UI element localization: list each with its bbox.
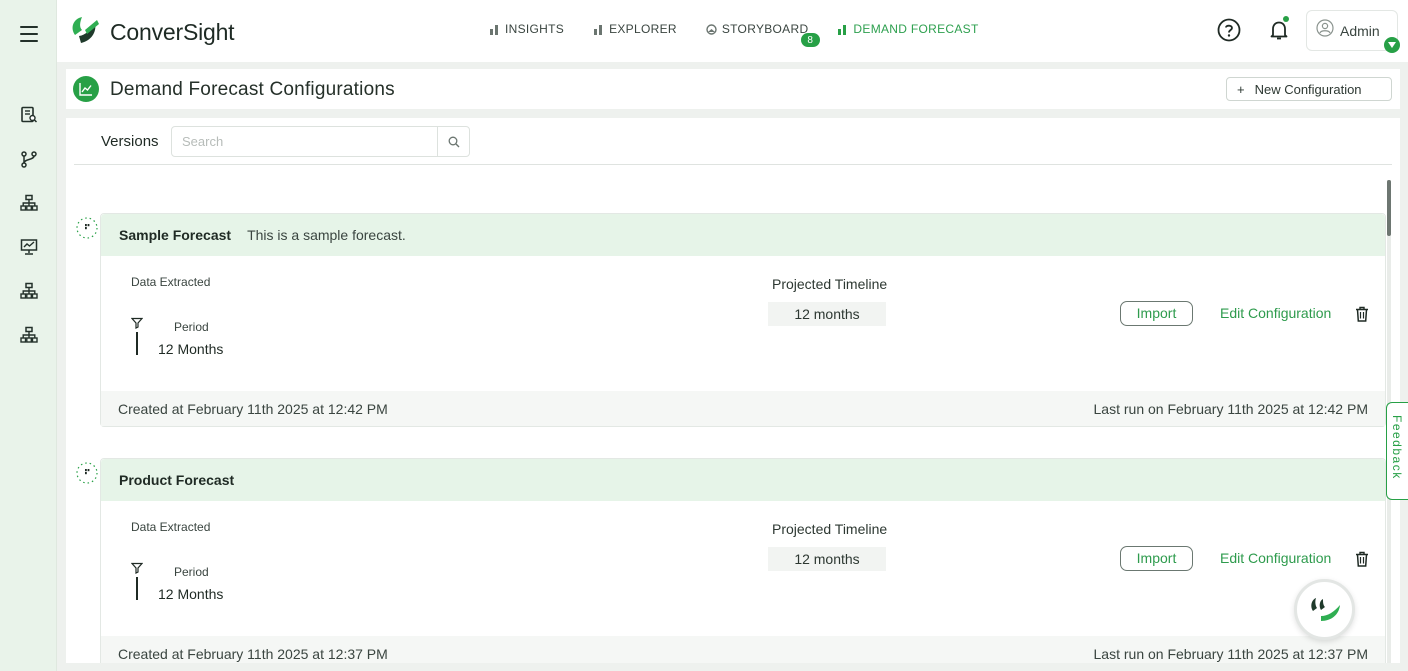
card-footer: Created at February 11th 2025 at 12:42 P… (101, 391, 1385, 426)
period-value: 12 Months (158, 586, 224, 602)
new-configuration-button[interactable]: + New Configuration (1226, 77, 1392, 101)
main-nav: INSIGHTS EXPLORER STORYBOARD 8 DEMAND FO… (489, 22, 1008, 48)
import-button[interactable]: Import (1120, 546, 1193, 571)
assistant-logo-icon (1310, 597, 1340, 621)
data-extracted-label: Data Extracted (131, 275, 211, 289)
versions-label: Versions (101, 133, 159, 150)
forecast-description: This is a sample forecast. (247, 227, 406, 243)
period-label: Period (174, 565, 209, 579)
divider (74, 164, 1392, 165)
menu-icon[interactable] (20, 26, 38, 42)
data-extracted-label: Data Extracted (131, 520, 211, 534)
top-bar: ConverSight INSIGHTS EXPLORER STORYBOARD… (57, 0, 1408, 62)
help-icon[interactable] (1217, 18, 1241, 42)
scrollbar-thumb[interactable] (1387, 180, 1391, 236)
bar-chart-icon (593, 24, 604, 35)
projected-timeline-value: 12 months (768, 302, 886, 326)
forecast-name: Product Forecast (119, 472, 235, 488)
nav-demand-forecast-label: DEMAND FORECAST (853, 22, 979, 36)
nav-explorer[interactable]: EXPLORER (593, 22, 677, 36)
forecast-card: Sample Forecast This is a sample forecas… (76, 213, 1386, 427)
nav-insights-label: INSIGHTS (505, 22, 565, 36)
period-line (136, 332, 138, 355)
branch-icon[interactable] (19, 149, 39, 169)
created-at: Created at February 11th 2025 at 12:42 P… (118, 400, 388, 417)
conversight-logo-icon (72, 17, 99, 43)
brand-logo[interactable]: ConverSight (67, 14, 235, 50)
bar-chart-icon (489, 24, 500, 35)
card-footer: Created at February 11th 2025 at 12:37 P… (101, 636, 1385, 663)
presentation-icon[interactable] (19, 237, 39, 257)
filter-icon (131, 317, 143, 329)
feedback-tab[interactable]: Feedback (1386, 402, 1408, 500)
import-button[interactable]: Import (1120, 301, 1193, 326)
card-header[interactable]: Sample Forecast This is a sample forecas… (101, 214, 1385, 256)
forecast-card: Product Forecast Data Extracted Period 1… (76, 458, 1386, 663)
storyboard-count-badge: 8 (799, 32, 821, 48)
line-chart-icon (73, 76, 99, 102)
last-run: Last run on February 11th 2025 at 12:42 … (1093, 400, 1368, 417)
assistant-chat-button[interactable] (1294, 579, 1355, 640)
hierarchy-icon[interactable] (19, 281, 39, 301)
hierarchy-icon[interactable] (19, 325, 39, 345)
card-header[interactable]: Product Forecast (101, 459, 1385, 501)
period-value: 12 Months (158, 341, 224, 357)
timeline-node-icon (76, 462, 98, 484)
left-sidebar (0, 0, 57, 671)
report-icon[interactable] (19, 105, 39, 125)
user-avatar-icon (1316, 19, 1334, 42)
projected-timeline-label: Projected Timeline (772, 521, 888, 537)
created-at: Created at February 11th 2025 at 12:37 P… (118, 645, 388, 662)
filter-icon (131, 562, 143, 574)
page-title: Demand Forecast Configurations (110, 79, 395, 100)
feedback-label: Feedback (1390, 415, 1404, 480)
projected-timeline-label: Projected Timeline (772, 276, 888, 292)
chevron-down-icon[interactable] (1384, 37, 1400, 53)
nav-storyboard[interactable]: STORYBOARD 8 (706, 22, 821, 48)
forecast-name: Sample Forecast (119, 227, 232, 243)
bar-chart-icon (837, 24, 848, 35)
search-input[interactable] (172, 127, 438, 156)
nav-demand-forecast[interactable]: DEMAND FORECAST (837, 22, 978, 36)
period-line (136, 577, 138, 600)
notifications-bell-icon[interactable] (1267, 16, 1291, 42)
notification-dot (1283, 16, 1289, 22)
brand-name: ConverSight (110, 18, 235, 45)
projected-timeline-value: 12 months (768, 547, 886, 571)
search-icon (448, 136, 460, 147)
user-menu[interactable]: Admin (1306, 10, 1400, 53)
storyboard-icon (706, 23, 717, 35)
nav-explorer-label: EXPLORER (609, 22, 677, 36)
timeline-node-icon (76, 217, 98, 239)
hierarchy-icon[interactable] (19, 193, 39, 213)
search-button[interactable] (437, 127, 469, 156)
trash-icon[interactable] (1355, 306, 1369, 322)
versions-panel: Versions Sample Forecast This is a sampl… (66, 118, 1400, 663)
edit-configuration-link[interactable]: Edit Configuration (1220, 305, 1331, 321)
search-box (171, 126, 470, 157)
last-run: Last run on February 11th 2025 at 12:37 … (1093, 645, 1368, 662)
trash-icon[interactable] (1355, 551, 1369, 567)
new-configuration-label: New Configuration (1254, 81, 1362, 97)
nav-storyboard-label: STORYBOARD (721, 22, 809, 36)
plus-icon: + (1237, 81, 1245, 97)
period-label: Period (174, 320, 209, 334)
user-name: Admin (1340, 22, 1380, 39)
edit-configuration-link[interactable]: Edit Configuration (1220, 550, 1331, 566)
nav-insights[interactable]: INSIGHTS (489, 22, 564, 36)
page-header: Demand Forecast Configurations + New Con… (66, 69, 1400, 109)
